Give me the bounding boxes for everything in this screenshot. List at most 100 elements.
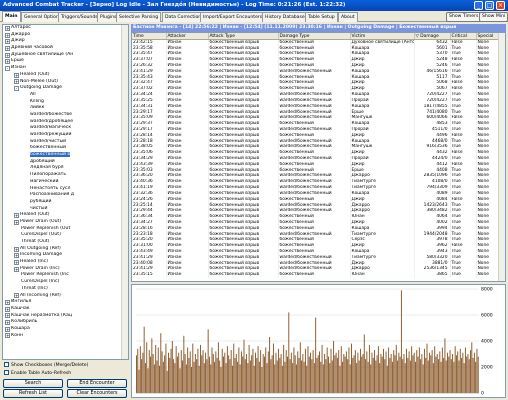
expand-icon[interactable]: +: [14, 246, 19, 252]
tree-item[interactable]: + Алтарос: [3, 25, 128, 32]
tab-about[interactable]: About: [338, 12, 358, 22]
tree-item[interactable]: лийкк: [3, 105, 128, 112]
tree-item[interactable]: warded/дробящее: [3, 119, 128, 126]
tree-item[interactable]: рубящий: [3, 199, 128, 206]
collapse-icon[interactable]: -: [14, 86, 19, 92]
tree-item[interactable]: Threat (Out): [3, 239, 128, 246]
expand-icon[interactable]: +: [5, 59, 10, 65]
tab-history-database[interactable]: History Database: [262, 12, 308, 22]
expand-icon[interactable]: +: [5, 306, 10, 312]
tree-item[interactable]: дробящий: [3, 159, 128, 166]
expand-icon[interactable]: +: [14, 259, 19, 265]
end-encounter-button[interactable]: End Encounter: [67, 379, 127, 388]
tree-item[interactable]: + Non-Melee (Out): [3, 79, 128, 86]
tree-item[interactable]: + Джир: [3, 38, 128, 45]
expand-icon[interactable]: +: [5, 300, 10, 306]
tree-item[interactable]: All: [3, 92, 128, 99]
tree-item[interactable]: + Кашчак: [3, 306, 128, 313]
tree-item[interactable]: божественный: [3, 145, 128, 152]
tree-item[interactable]: Ненастоять сусл: [3, 186, 128, 193]
tree-item[interactable]: Power Replenish (Out: [3, 226, 128, 233]
collapse-icon[interactable]: -: [5, 65, 10, 71]
tab-table-setup[interactable]: Table Setup: [305, 12, 338, 22]
tree-item[interactable]: + All Incoming (Ref): [3, 293, 128, 300]
tree-item[interactable]: + Power Drain (Inc): [3, 266, 128, 273]
expand-icon[interactable]: +: [5, 39, 10, 45]
tree-item[interactable]: + All Outgoing (Ref): [3, 246, 128, 253]
tree-item[interactable]: божественный в: [3, 152, 128, 159]
close-button[interactable]: ×: [496, 1, 505, 10]
expand-icon[interactable]: +: [14, 213, 19, 219]
expand-icon[interactable]: +: [14, 79, 19, 85]
show-mini-button[interactable]: Show Mini: [479, 12, 508, 22]
tree-item[interactable]: + Healed (Out): [3, 72, 128, 79]
table-autorefresh-option[interactable]: Enable Table Auto-Refresh: [4, 370, 71, 376]
tree-item[interactable]: Пилопоражать: [3, 172, 128, 179]
encounter-tree[interactable]: + Алтарос + Джарро + Джир + Древний часовой + Душ…: [2, 24, 129, 360]
tree-item[interactable]: + Power Drain (Out): [3, 219, 128, 226]
expand-icon[interactable]: +: [14, 219, 19, 225]
chart-bar: [141, 359, 143, 393]
tab-data-correction[interactable]: Data Correction: [162, 12, 205, 22]
chart-bar: [183, 335, 185, 393]
expand-icon[interactable]: +: [5, 313, 10, 319]
expand-icon[interactable]: +: [14, 72, 19, 78]
tree-item[interactable]: + Колибриль: [3, 319, 128, 326]
tree-item[interactable]: warded/чистый: [3, 139, 128, 146]
show-timers-button[interactable]: Show Timers: [446, 12, 482, 22]
tree-item[interactable]: Распоазнивания д: [3, 192, 128, 199]
tree-item[interactable]: Ледяная буря: [3, 165, 128, 172]
tree-item[interactable]: Killing: [3, 99, 128, 106]
tree-item[interactable]: Cure/Dispel (Out): [3, 232, 128, 239]
expand-icon[interactable]: +: [5, 25, 10, 31]
table-scrollbar[interactable]: [498, 33, 505, 281]
tree-item[interactable]: магический: [3, 179, 128, 186]
expand-icon[interactable]: +: [14, 293, 19, 299]
table-autorefresh-checkbox[interactable]: [4, 370, 9, 375]
tree-item[interactable]: + Ингилья: [3, 299, 128, 306]
tree-item[interactable]: warded/режущий: [3, 132, 128, 139]
tree-item[interactable]: warded/божестве: [3, 112, 128, 119]
tab-main[interactable]: Main: [2, 11, 21, 22]
search-button[interactable]: Search: [3, 379, 63, 388]
tree-item[interactable]: + Джарро: [3, 32, 128, 39]
chart-bar: [344, 356, 346, 393]
show-checkboxes-checkbox[interactable]: [4, 362, 9, 367]
tree-item[interactable]: + Кашчак неразмотка (Кац: [3, 313, 128, 320]
tab-selective-parsing[interactable]: Selective Parsing: [116, 12, 162, 22]
tree-item[interactable]: warded/магическ: [3, 125, 128, 132]
tree-item[interactable]: + Древний часовой: [3, 45, 128, 52]
tree-scrollbar[interactable]: [121, 25, 128, 359]
tree-item[interactable]: + Душевное святилище (Ан: [3, 52, 128, 59]
tree-item[interactable]: - Outgoing Damage: [3, 85, 128, 92]
maximize-button[interactable]: □: [485, 1, 494, 10]
tree-item[interactable]: + Ерше: [3, 58, 128, 65]
tree-item[interactable]: Power Replenish (Inc: [3, 272, 128, 279]
expand-icon[interactable]: +: [14, 266, 19, 272]
expand-icon[interactable]: +: [5, 320, 10, 326]
tree-item[interactable]: + Кошара: [3, 326, 128, 333]
tree-item[interactable]: + Конн: [3, 333, 128, 340]
show-checkboxes-option[interactable]: Show Checkboxes (Merge/Delete): [4, 362, 88, 368]
tree-item[interactable]: + Healed (Inc): [3, 259, 128, 266]
expand-icon[interactable]: +: [5, 333, 10, 339]
expand-icon[interactable]: +: [5, 326, 10, 332]
table-row[interactable]: 23:35:15 Изнан божественный взрыв божествен…: [132, 272, 501, 278]
expand-icon[interactable]: +: [5, 45, 10, 51]
tree-item[interactable]: Threat (Inc): [3, 286, 128, 293]
expand-icon[interactable]: +: [5, 32, 10, 38]
tree-item[interactable]: - Изнан: [3, 65, 128, 72]
chart-bar: [406, 348, 408, 393]
tree-item[interactable]: Cure/Dispel (Inc): [3, 279, 128, 286]
tree-item[interactable]: + Healed (Out): [3, 212, 128, 219]
refresh-list-button[interactable]: Refresh List: [3, 389, 63, 398]
swing-table[interactable]: Time Attacker Attack Type Damage Type Victim…: [131, 32, 506, 282]
tab-import-export-encounters[interactable]: Import/Export Encounters: [200, 12, 266, 22]
minimize-button[interactable]: _: [474, 1, 483, 10]
clear-encounters-button[interactable]: Clear Encounters: [67, 389, 127, 398]
tree-item[interactable]: чистый: [3, 206, 128, 213]
tab-triggers-sounds[interactable]: Triggers/Sounds: [58, 12, 101, 22]
expand-icon[interactable]: +: [14, 253, 19, 259]
expand-icon[interactable]: +: [5, 52, 10, 58]
tree-item[interactable]: + Incoming Damage: [3, 252, 128, 259]
